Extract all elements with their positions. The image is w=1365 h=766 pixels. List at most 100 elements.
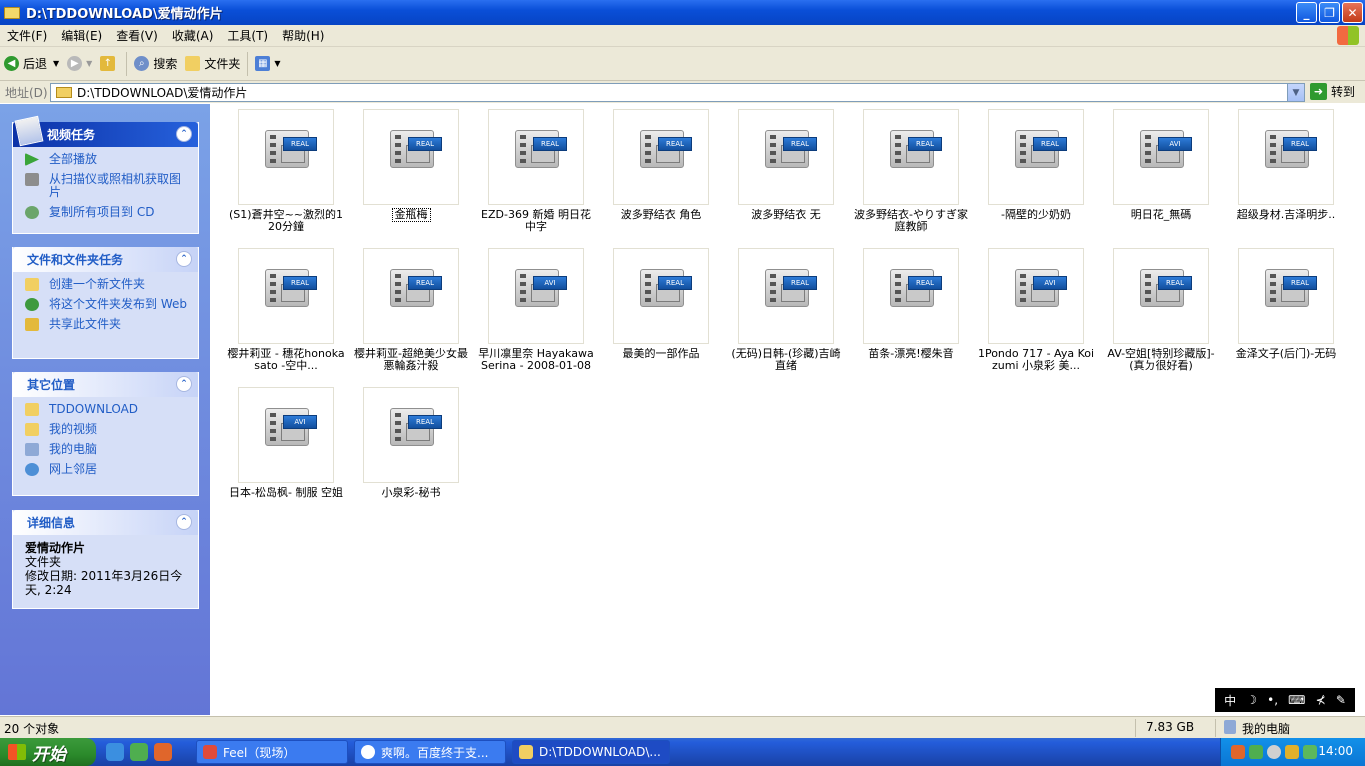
ime-moon-icon[interactable]: ☽ <box>1246 693 1257 707</box>
file-item[interactable]: REAL EZD-369 新婚 明日花中字 <box>474 109 598 233</box>
file-name[interactable]: 樱井莉亚 - 穗花honoka sato -空中... <box>224 348 348 372</box>
file-name[interactable]: 金泽文子(后门)-无码 <box>1224 348 1348 360</box>
title-bar[interactable]: D:\TDDOWNLOAD\爱情动作片 _ ❐ ✕ <box>0 0 1365 25</box>
file-item[interactable]: AVI 早川凛里奈 Hayakawa Serina - 2008-01-08 ..… <box>474 248 598 372</box>
video-file-icon[interactable]: REAL <box>238 109 334 205</box>
ime-chinese-toggle[interactable]: 中 <box>1224 692 1236 709</box>
minimize-button[interactable]: _ <box>1296 2 1317 23</box>
file-name[interactable]: 早川凛里奈 Hayakawa Serina - 2008-01-08 ... <box>474 348 598 372</box>
ie-icon[interactable] <box>106 743 124 761</box>
task-copy-to-cd[interactable]: 复制所有项目到 CD <box>25 206 190 219</box>
views-button[interactable]: ▦ ▼ <box>251 51 284 77</box>
folders-button[interactable]: 文件夹 <box>181 51 244 77</box>
task-new-folder[interactable]: 创建一个新文件夹 <box>25 278 190 291</box>
panel-header[interactable]: 视频任务 ⌃ <box>13 115 198 147</box>
video-file-icon[interactable]: REAL <box>1238 248 1334 344</box>
ime-punctuation-icon[interactable]: •, <box>1267 693 1278 707</box>
video-file-icon[interactable]: REAL <box>363 387 459 483</box>
panel-header[interactable]: 其它位置 ⌃ <box>13 372 198 397</box>
qq-icon[interactable] <box>154 743 172 761</box>
file-name[interactable]: 小泉彩-秘书 <box>349 487 473 499</box>
search-button[interactable]: ⌕ 搜索 <box>130 51 181 77</box>
task-baidu[interactable]: 爽啊。百度终于支... <box>354 740 506 764</box>
video-file-icon[interactable]: REAL <box>988 109 1084 205</box>
collapse-icon[interactable]: ⌃ <box>176 376 192 392</box>
chevron-down-icon[interactable]: ▼ <box>53 59 59 68</box>
refresh-app-icon[interactable] <box>130 743 148 761</box>
menu-view[interactable]: 查看(V) <box>109 27 165 44</box>
file-name[interactable]: 明日花_無碼 <box>1099 209 1223 221</box>
file-name[interactable]: 1Pondo 717 - Aya Koizumi 小泉彩 美... <box>974 348 1098 372</box>
shield-icon[interactable] <box>1285 745 1299 759</box>
file-name[interactable]: 樱井莉亚-超絶美少女最悪輪姦汁殺 <box>349 348 473 372</box>
file-item[interactable]: REAL -隔壁的少奶奶 <box>974 109 1098 221</box>
video-file-icon[interactable]: REAL <box>863 109 959 205</box>
volume-tray-icon[interactable] <box>1267 745 1281 759</box>
file-name[interactable]: 最美的一部作品 <box>599 348 723 360</box>
menu-tools[interactable]: 工具(T) <box>220 27 275 44</box>
file-item[interactable]: REAL 樱井莉亚 - 穗花honoka sato -空中... <box>224 248 348 372</box>
panel-header[interactable]: 详细信息 ⌃ <box>13 510 198 535</box>
place-network[interactable]: 网上邻居 <box>25 463 190 476</box>
video-file-icon[interactable]: REAL <box>488 109 584 205</box>
file-name[interactable]: 日本-松岛枫- 制服 空姐 <box>224 487 348 499</box>
forward-button[interactable]: ▶ ▼ <box>63 51 96 77</box>
task-get-pictures[interactable]: 从扫描仪或照相机获取图片 <box>25 173 190 199</box>
file-item[interactable]: REAL 樱井莉亚-超絶美少女最悪輪姦汁殺 <box>349 248 473 372</box>
ime-mode-icon[interactable]: ⊀ <box>1316 693 1326 707</box>
file-item[interactable]: REAL AV-空姐[特别珍藏版]-(真ㄉ很好看) <box>1099 248 1223 372</box>
video-file-icon[interactable]: REAL <box>738 248 834 344</box>
file-item[interactable]: REAL 苗条-漂亮!樱朱音 <box>849 248 973 360</box>
collapse-icon[interactable]: ⌃ <box>176 126 192 142</box>
file-item[interactable]: AVI 1Pondo 717 - Aya Koizumi 小泉彩 美... <box>974 248 1098 372</box>
ime-settings-icon[interactable]: ✎ <box>1336 693 1346 707</box>
video-file-icon[interactable]: AVI <box>488 248 584 344</box>
collapse-icon[interactable]: ⌃ <box>176 251 192 267</box>
file-name[interactable]: (S1)蒼井空~~激烈的120分鐘 <box>224 209 348 233</box>
file-name[interactable]: 波多野结衣-やりすぎ家庭教師 <box>849 209 973 233</box>
file-item[interactable]: REAL 波多野结衣-やりすぎ家庭教師 <box>849 109 973 233</box>
task-share-folder[interactable]: 共享此文件夹 <box>25 318 190 331</box>
video-file-icon[interactable]: AVI <box>1113 109 1209 205</box>
place-my-computer[interactable]: 我的电脑 <box>25 443 190 456</box>
file-item[interactable]: REAL 金瓶梅 <box>349 109 473 224</box>
go-button[interactable]: ➜ 转到 <box>1310 83 1355 100</box>
collapse-icon[interactable]: ⌃ <box>176 514 192 530</box>
file-item[interactable]: REAL 波多野结衣 无 <box>724 109 848 221</box>
close-button[interactable]: ✕ <box>1342 2 1363 23</box>
place-tddownload[interactable]: TDDOWNLOAD <box>25 403 190 416</box>
restore-button[interactable]: ❐ <box>1319 2 1340 23</box>
task-explorer[interactable]: D:\TDDOWNLOAD\... <box>512 740 670 764</box>
file-name[interactable]: 波多野结衣 角色 <box>599 209 723 221</box>
place-my-videos[interactable]: 我的视频 <box>25 423 190 436</box>
file-name[interactable]: -隔壁的少奶奶 <box>974 209 1098 221</box>
video-file-icon[interactable]: REAL <box>363 248 459 344</box>
video-file-icon[interactable]: REAL <box>613 109 709 205</box>
task-publish-web[interactable]: 将这个文件夹发布到 Web <box>25 298 190 311</box>
task-feel[interactable]: Feel（现场） <box>196 740 348 764</box>
video-file-icon[interactable]: AVI <box>238 387 334 483</box>
file-item[interactable]: AVI 明日花_無碼 <box>1099 109 1223 221</box>
up-button[interactable]: ↑ <box>96 51 123 77</box>
video-file-icon[interactable]: REAL <box>363 109 459 205</box>
file-name[interactable]: 苗条-漂亮!樱朱音 <box>849 348 973 360</box>
file-item[interactable]: REAL 小泉彩-秘书 <box>349 387 473 499</box>
menu-help[interactable]: 帮助(H) <box>275 27 331 44</box>
video-file-icon[interactable]: REAL <box>238 248 334 344</box>
file-item[interactable]: REAL 超级身材.吉泽明步.. <box>1224 109 1348 221</box>
menu-edit[interactable]: 编辑(E) <box>54 27 109 44</box>
file-item[interactable]: REAL 波多野结衣 角色 <box>599 109 723 221</box>
video-file-icon[interactable]: REAL <box>613 248 709 344</box>
address-input[interactable]: D:\TDDOWNLOAD\爱情动作片 ▼ <box>50 83 1305 102</box>
video-file-icon[interactable]: AVI <box>988 248 1084 344</box>
qq-tray-icon[interactable] <box>1231 745 1245 759</box>
video-file-icon[interactable]: REAL <box>738 109 834 205</box>
file-name[interactable]: AV-空姐[特别珍藏版]-(真ㄉ很好看) <box>1099 348 1223 372</box>
file-name[interactable]: 金瓶梅 <box>391 208 431 222</box>
file-item[interactable]: REAL (S1)蒼井空~~激烈的120分鐘 <box>224 109 348 233</box>
menu-favorites[interactable]: 收藏(A) <box>165 27 221 44</box>
security-tray-icon[interactable] <box>1303 745 1317 759</box>
task-play-all[interactable]: 全部播放 <box>25 153 190 166</box>
file-name[interactable]: 超级身材.吉泽明步.. <box>1224 209 1348 221</box>
network-tray-icon[interactable] <box>1249 745 1263 759</box>
